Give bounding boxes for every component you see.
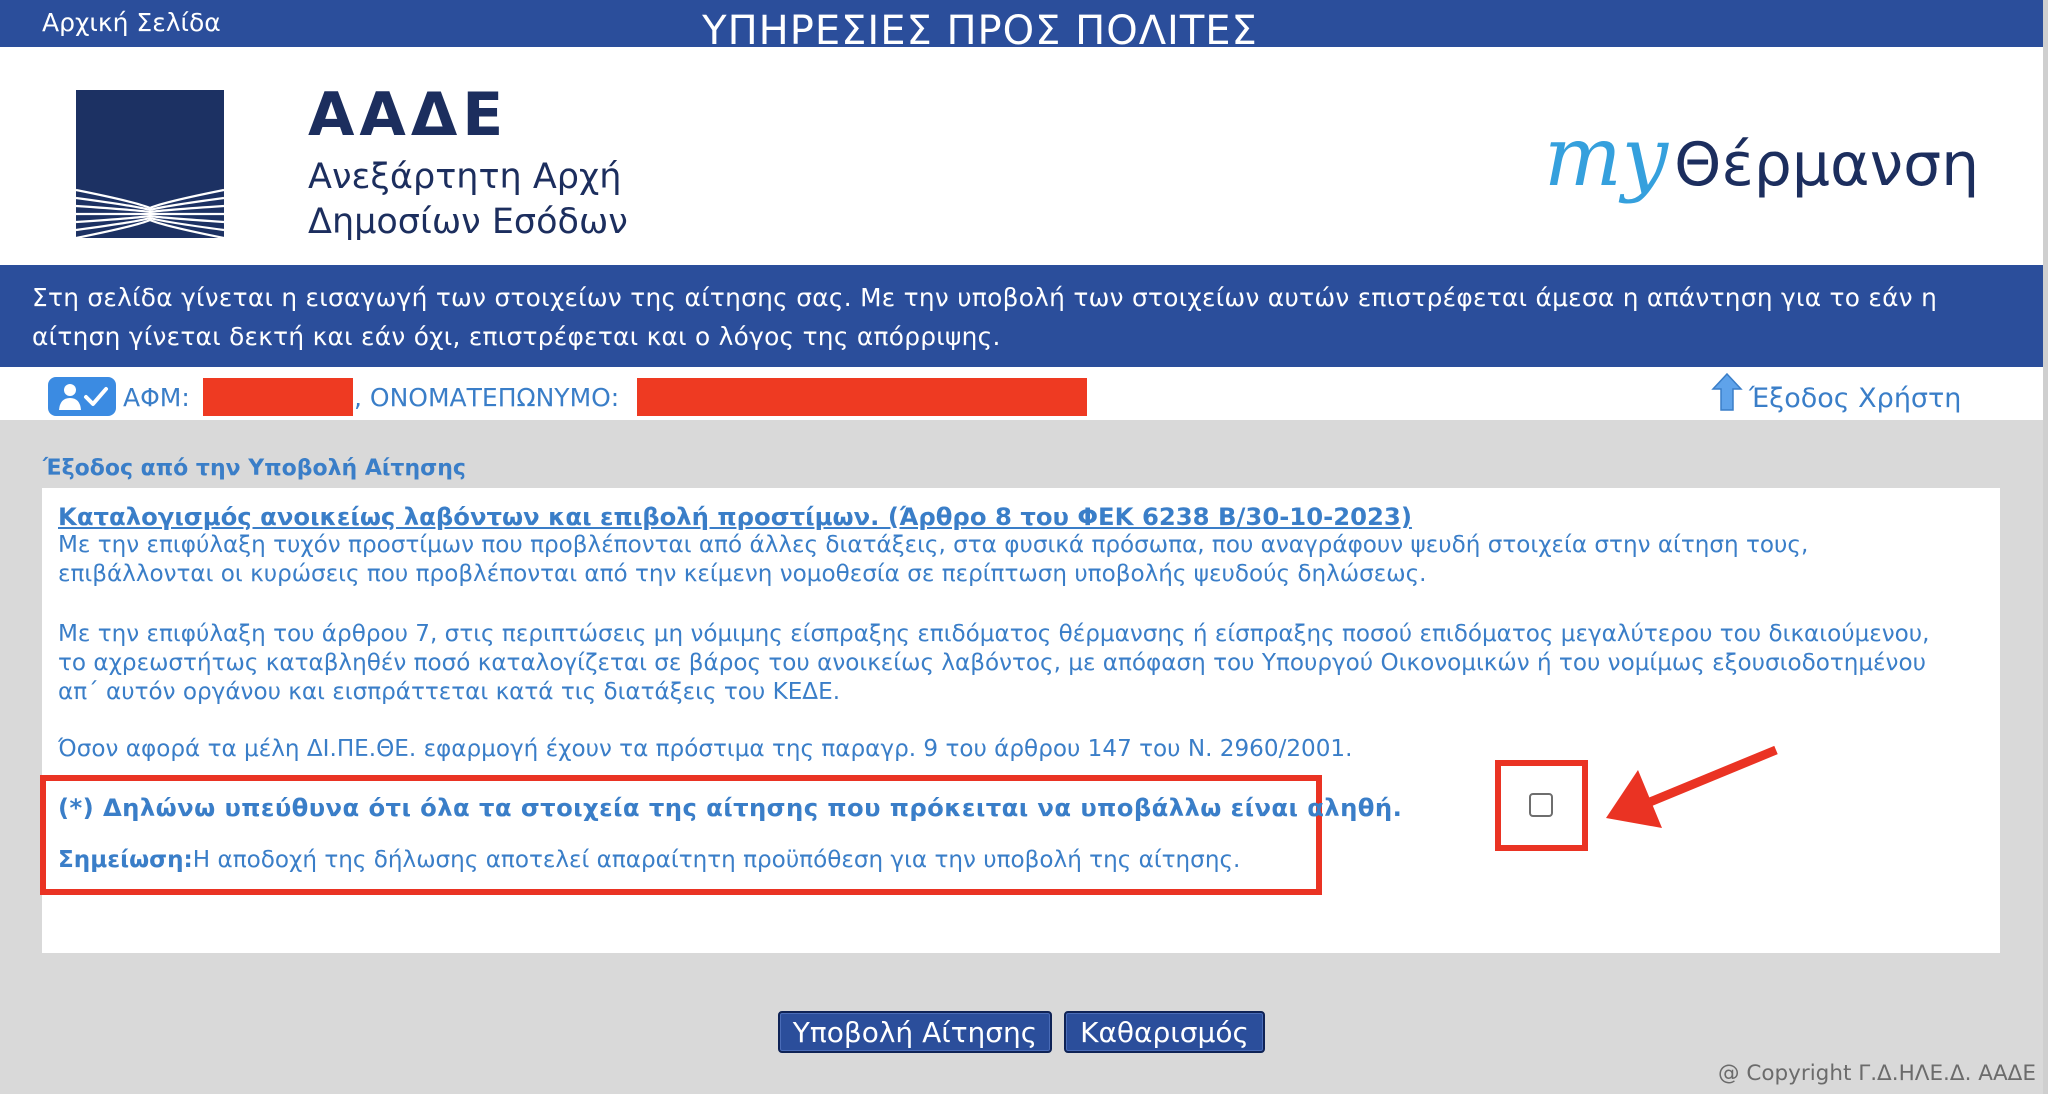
logout-arrow-icon[interactable] <box>1710 372 1744 412</box>
declaration-statement: (*) Δηλώνω υπεύθυνα ότι όλα τα στοιχεία … <box>58 793 1403 822</box>
copyright-text: @ Copyright Γ.Δ.ΗΛΕ.Δ. ΑΑΔΕ <box>1718 1061 2036 1086</box>
services-title: ΥΠΗΡΕΣΙΕΣ ΠΡΟΣ ΠΟΛΙΤΕΣ <box>702 8 1258 47</box>
brand-prefix: my <box>1544 110 1669 205</box>
afm-redaction <box>203 378 353 416</box>
paragraph-line: Με την επιφύλαξη τυχόν προστίμων που προ… <box>58 532 1809 558</box>
note-text: Η αποδοχή της δήλωσης αποτελεί απαραίτητ… <box>192 847 1241 873</box>
user-check-icon <box>48 377 116 416</box>
clear-button[interactable]: Καθαρισμός <box>1064 1011 1265 1053</box>
top-bar: Αρχική Σελίδα ΥΠΗΡΕΣΙΕΣ ΠΡΟΣ ΠΟΛΙΤΕΣ <box>0 0 2043 47</box>
page-edge <box>2043 0 2048 1094</box>
section-title: Έξοδος από την Υποβολή Αίτησης <box>43 456 466 481</box>
fullname-redaction <box>637 378 1087 416</box>
paragraph-line: Με την επιφύλαξη του άρθρου 7, στις περι… <box>58 621 1930 647</box>
accept-declaration-checkbox[interactable] <box>1529 793 1553 817</box>
fullname-label: , ΟΝΟΜΑΤΕΠΩΝΥΜΟ: <box>354 383 620 412</box>
mythermansi-logo: my Θέρμανση <box>1544 110 1979 205</box>
org-subtitle-line2: Δημοσίων Εσόδων <box>308 202 628 242</box>
penalties-paragraph-3: Όσον αφορά τα μέλη ΔΙ.ΠΕ.ΘΕ. εφαρμογή έχ… <box>58 736 1353 762</box>
paragraph-line: το αχρεωστήτως καταβληθέν ποσό καταλογίζ… <box>58 650 1926 676</box>
info-banner: Στη σελίδα γίνεται η εισαγωγή των στοιχε… <box>0 265 2043 367</box>
afm-label: ΑΦΜ: <box>123 383 190 412</box>
aade-emblem-logo <box>76 90 224 238</box>
org-name: ΑΑΔΕ <box>308 80 509 150</box>
red-arrow-icon <box>1606 745 1778 828</box>
submit-application-button[interactable]: Υποβολή Αίτησης <box>778 1011 1052 1053</box>
org-subtitle-line1: Ανεξάρτητη Αρχή <box>308 157 622 197</box>
logout-link[interactable]: Έξοδος Χρήστη <box>1749 383 1961 414</box>
note-label: Σημείωση: <box>58 847 193 873</box>
declaration-note: Σημείωση:Η αποδοχή της δήλωσης αποτελεί … <box>58 847 1240 873</box>
penalties-paragraph-1: Με την επιφύλαξη τυχόν προστίμων που προ… <box>58 531 1808 589</box>
penalties-title-link[interactable]: Καταλογισμός ανοικείως λαβόντων και επιβ… <box>58 502 1412 531</box>
penalties-paragraph-2: Με την επιφύλαξη του άρθρου 7, στις περι… <box>58 620 1930 707</box>
brand-name: Θέρμανση <box>1674 130 1980 200</box>
paragraph-line: απ΄ αυτόν οργάνου και εισπράττεται κατά … <box>58 679 841 705</box>
paragraph-line: επιβάλλονται οι κυρώσεις που προβλέποντα… <box>58 561 1427 587</box>
emblem-lines-icon <box>76 188 224 238</box>
